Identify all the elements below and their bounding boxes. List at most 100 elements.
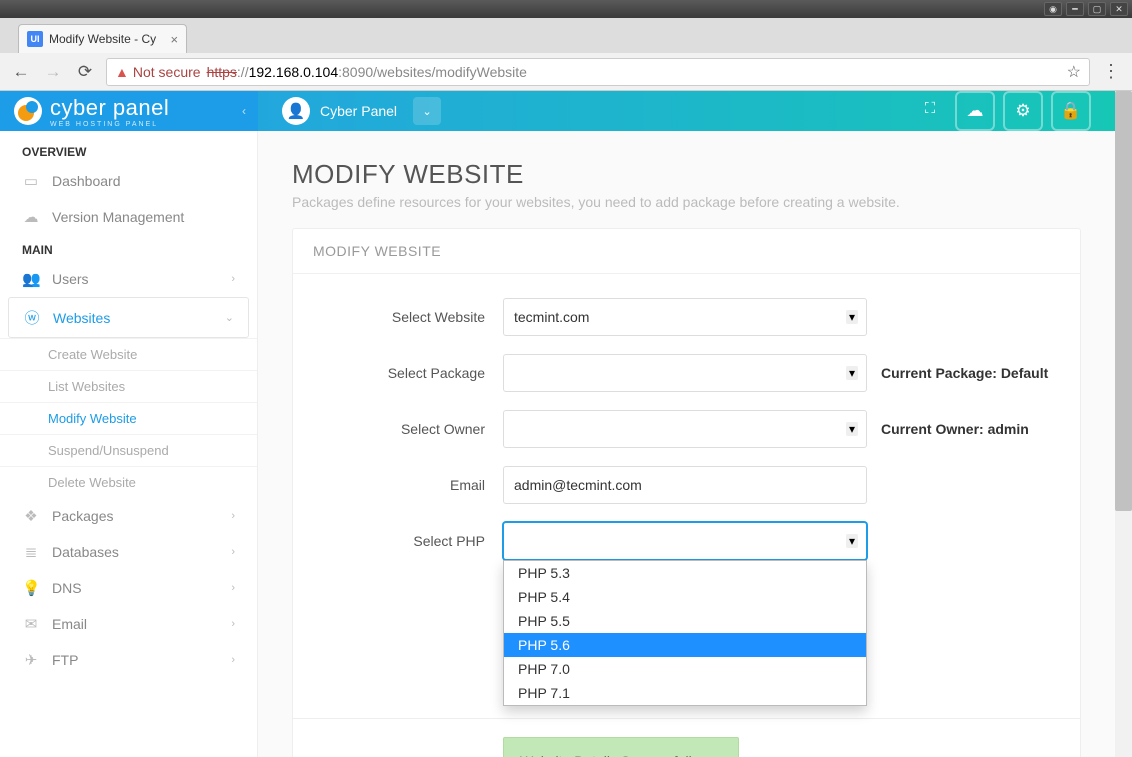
- sidebar: OVERVIEW ▭ Dashboard ☁ Version Managemen…: [0, 131, 258, 757]
- php-option[interactable]: PHP 5.5: [504, 609, 866, 633]
- php-option[interactable]: PHP 5.3: [504, 561, 866, 585]
- current-owner: Current Owner: admin: [881, 421, 1029, 437]
- row-select-owner: Select Owner Current Owner: admin: [313, 410, 1060, 448]
- email-field[interactable]: admin@tecmint.com: [503, 466, 867, 504]
- user-chip[interactable]: 👤 Cyber Panel ⌄: [282, 97, 441, 125]
- browser-tab[interactable]: UI Modify Website - Cy ×: [18, 24, 187, 53]
- chevron-right-icon: ›: [231, 546, 235, 558]
- subitem-suspend-website[interactable]: Suspend/Unsuspend: [0, 434, 257, 466]
- label-owner: Select Owner: [313, 421, 503, 437]
- divider: [293, 718, 1080, 719]
- sidebar-item-packages[interactable]: ❖ Packages ›: [0, 498, 257, 534]
- php-option[interactable]: PHP 5.4: [504, 585, 866, 609]
- sidebar-item-websites[interactable]: ⓦ Websites ⌄: [8, 297, 249, 338]
- chevron-right-icon: ›: [231, 582, 235, 594]
- sidebar-section-main: MAIN: [0, 235, 257, 261]
- scroll-thumb[interactable]: [1115, 91, 1132, 511]
- sidebar-item-email[interactable]: ✉ Email ›: [0, 606, 257, 642]
- page-root: cyber panel WEB HOSTING PANEL ‹ 👤 Cyber …: [0, 91, 1115, 757]
- php-option[interactable]: PHP 7.0: [504, 657, 866, 681]
- page-title: MODIFY WEBSITE: [292, 159, 1081, 190]
- forward-button[interactable]: →: [42, 61, 64, 83]
- row-select-php: Select PHP PHP 5.3 PHP 5.4 PHP 5.5 PHP 5…: [313, 522, 1060, 560]
- user-name: Cyber Panel: [320, 103, 397, 119]
- avatar-icon: 👤: [282, 97, 310, 125]
- panel-body: Select Website tecmint.com Select Packag…: [293, 274, 1080, 757]
- browser-chrome: UI Modify Website - Cy × ← → ⟳ ▲ Not sec…: [0, 18, 1132, 91]
- label-email: Email: [313, 477, 503, 493]
- chevron-right-icon: ›: [231, 654, 235, 666]
- close-window-button[interactable]: ✕: [1110, 2, 1128, 16]
- lock-icon[interactable]: 🔒: [1051, 91, 1091, 131]
- select-package[interactable]: [503, 354, 867, 392]
- email-icon: ✉: [22, 615, 40, 633]
- chevron-down-icon: ⌄: [225, 311, 234, 324]
- chevron-right-icon: ›: [231, 273, 235, 285]
- ftp-icon: ✈: [22, 651, 40, 669]
- back-button[interactable]: ←: [10, 61, 32, 83]
- app-header: cyber panel WEB HOSTING PANEL ‹ 👤 Cyber …: [0, 91, 1115, 131]
- sidebar-section-overview: OVERVIEW: [0, 137, 257, 163]
- tab-strip: UI Modify Website - Cy ×: [0, 18, 1132, 53]
- tab-title: Modify Website - Cy: [49, 32, 156, 46]
- sidebar-item-version[interactable]: ☁ Version Management: [0, 199, 257, 235]
- dashboard-icon: ▭: [22, 172, 40, 190]
- select-website[interactable]: tecmint.com: [503, 298, 867, 336]
- sidebar-collapse-icon[interactable]: ‹: [242, 104, 246, 118]
- subitem-modify-website[interactable]: Modify Website: [0, 402, 257, 434]
- php-option-selected[interactable]: PHP 5.6: [504, 633, 866, 657]
- brand-subtitle: WEB HOSTING PANEL: [50, 121, 169, 128]
- select-php[interactable]: [503, 522, 867, 560]
- row-select-package: Select Package Current Package: Default: [313, 354, 1060, 392]
- cloud-icon[interactable]: ☁: [955, 91, 995, 131]
- label-php: Select PHP: [313, 533, 503, 549]
- browser-menu-icon[interactable]: ⋮: [1100, 61, 1122, 82]
- security-indicator[interactable]: ▲ Not secure: [115, 64, 201, 80]
- chevron-right-icon: ›: [231, 618, 235, 630]
- page-subtitle: Packages define resources for your websi…: [292, 194, 1081, 210]
- subitem-delete-website[interactable]: Delete Website: [0, 466, 257, 498]
- favicon-icon: UI: [27, 31, 43, 47]
- url-box[interactable]: ▲ Not secure https://192.168.0.104:8090/…: [106, 58, 1090, 86]
- modify-website-panel: MODIFY WEBSITE Select Website tecmint.co…: [292, 228, 1081, 757]
- user-icon[interactable]: ◉: [1044, 2, 1062, 16]
- subitem-create-website[interactable]: Create Website: [0, 338, 257, 370]
- sidebar-item-dashboard[interactable]: ▭ Dashboard: [0, 163, 257, 199]
- maximize-button[interactable]: ▢: [1088, 2, 1106, 16]
- websites-submenu: Create Website List Websites Modify Webs…: [0, 338, 257, 498]
- close-tab-icon[interactable]: ×: [171, 32, 179, 47]
- subitem-list-websites[interactable]: List Websites: [0, 370, 257, 402]
- sidebar-item-users[interactable]: 👥 Users ›: [0, 261, 257, 297]
- php-dropdown: PHP 5.3 PHP 5.4 PHP 5.5 PHP 5.6 PHP 7.0 …: [503, 560, 867, 706]
- content-area: MODIFY WEBSITE Packages define resources…: [258, 131, 1115, 757]
- viewport: cyber panel WEB HOSTING PANEL ‹ 👤 Cyber …: [0, 91, 1132, 757]
- current-package: Current Package: Default: [881, 365, 1048, 381]
- app-body: OVERVIEW ▭ Dashboard ☁ Version Managemen…: [0, 131, 1115, 757]
- logo-icon: [14, 97, 42, 125]
- users-icon: 👥: [22, 270, 40, 288]
- status-message: Website Details Successfully fetched: [503, 737, 739, 757]
- fullscreen-icon[interactable]: ⛶: [913, 91, 947, 125]
- bookmark-icon[interactable]: ☆: [1067, 62, 1081, 82]
- user-dropdown-icon[interactable]: ⌄: [413, 97, 441, 125]
- select-owner[interactable]: [503, 410, 867, 448]
- reload-button[interactable]: ⟳: [74, 61, 96, 83]
- database-icon: ≣: [22, 543, 40, 561]
- url-text: https://192.168.0.104:8090/websites/modi…: [207, 64, 527, 80]
- brand[interactable]: cyber panel WEB HOSTING PANEL ‹: [0, 91, 258, 131]
- address-bar: ← → ⟳ ▲ Not secure https://192.168.0.104…: [0, 53, 1132, 91]
- minimize-button[interactable]: ━: [1066, 2, 1084, 16]
- gear-icon[interactable]: ⚙: [1003, 91, 1043, 131]
- panel-title: MODIFY WEBSITE: [293, 229, 1080, 274]
- sidebar-item-dns[interactable]: 💡 DNS ›: [0, 570, 257, 606]
- chevron-right-icon: ›: [231, 510, 235, 522]
- sidebar-item-ftp[interactable]: ✈ FTP ›: [0, 642, 257, 678]
- os-titlebar: ◉ ━ ▢ ✕: [0, 0, 1132, 18]
- php-option[interactable]: PHP 7.1: [504, 681, 866, 705]
- label-package: Select Package: [313, 365, 503, 381]
- sidebar-item-databases[interactable]: ≣ Databases ›: [0, 534, 257, 570]
- dns-icon: 💡: [22, 579, 40, 597]
- row-email: Email admin@tecmint.com: [313, 466, 1060, 504]
- packages-icon: ❖: [22, 507, 40, 525]
- vertical-scrollbar[interactable]: [1115, 91, 1132, 757]
